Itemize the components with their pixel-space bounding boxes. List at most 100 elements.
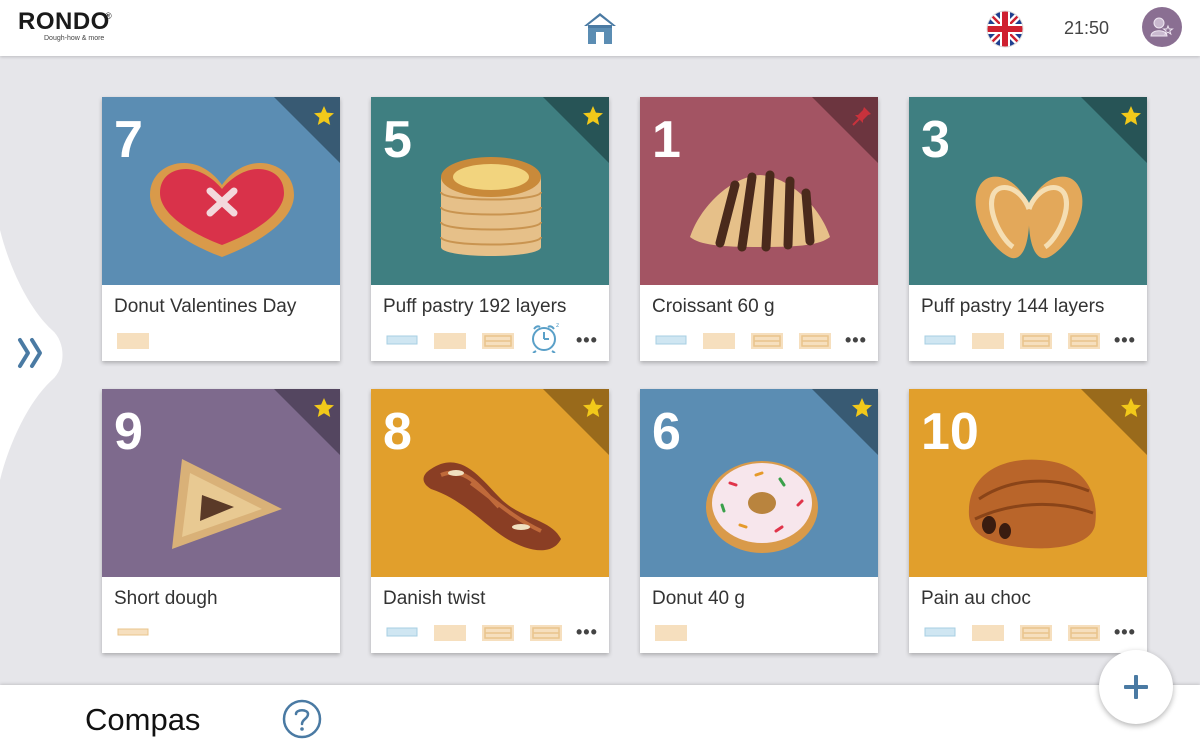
tray-indicators <box>117 623 332 643</box>
more-options-icon[interactable]: ••• <box>1114 623 1136 641</box>
croissant-icon <box>690 170 830 252</box>
tray-beige-lines-icon <box>1068 625 1100 641</box>
recipe-grid: 7 Donut Valentines Day 5 Puff pastry 192… <box>102 97 1148 655</box>
card-header: 9 <box>102 389 340 577</box>
vol-au-vent-icon <box>440 157 542 256</box>
plus-icon <box>1124 675 1148 699</box>
card-number: 8 <box>383 403 412 461</box>
alarm-clock-icon: z <box>532 322 559 353</box>
tray-beige-icon <box>972 333 1004 349</box>
danish-twist-icon <box>423 462 561 551</box>
card-name: Croissant 60 g <box>652 296 775 317</box>
tray-beige-lines-icon <box>1068 333 1100 349</box>
tray-beige-icon <box>434 333 466 349</box>
card-header: 7 <box>102 97 340 285</box>
recipe-card[interactable]: 10 Pain au choc ••• <box>909 389 1147 653</box>
add-recipe-button[interactable] <box>1099 650 1173 724</box>
star-icon <box>1121 106 1141 125</box>
card-header: 10 <box>909 389 1147 577</box>
star-icon <box>1121 398 1141 417</box>
star-icon <box>852 398 872 417</box>
tray-beige-icon <box>703 333 735 349</box>
recipe-card[interactable]: 6 Donut 40 g <box>640 389 878 653</box>
pain-au-chocolat-icon <box>968 459 1096 549</box>
help-button[interactable] <box>282 699 322 739</box>
recipe-card[interactable]: 7 Donut Valentines Day <box>102 97 340 361</box>
recipe-card[interactable]: 5 Puff pastry 192 layers z ••• <box>371 97 609 361</box>
card-name: Puff pastry 192 layers <box>383 296 567 317</box>
tray-indicators: ••• <box>386 623 601 643</box>
tray-beige-icon <box>117 333 149 349</box>
heart-donut-icon <box>150 163 294 257</box>
logo-text: RONDO <box>18 8 110 35</box>
star-icon <box>583 398 603 417</box>
clock-time: 21:50 <box>1064 18 1110 38</box>
card-name: Pain au choc <box>921 588 1031 609</box>
card-name: Donut Valentines Day <box>114 296 297 317</box>
svg-text:z: z <box>556 322 559 329</box>
card-number: 7 <box>114 111 143 169</box>
tray-beige-lines-icon <box>751 333 783 349</box>
tray-beige-lines-icon <box>1020 625 1052 641</box>
user-star-icon <box>1150 17 1174 37</box>
tray-indicators <box>117 331 332 351</box>
card-header: 3 <box>909 97 1147 285</box>
side-tab-shape <box>0 230 63 480</box>
tray-blue-icon <box>924 627 956 637</box>
tray-blue-icon <box>386 335 418 345</box>
tray-beige-icon <box>972 625 1004 641</box>
star-icon <box>314 398 334 417</box>
card-number: 6 <box>652 403 681 461</box>
tray-beige-icon <box>434 625 466 641</box>
recipe-card[interactable]: 1 Croissant 60 g ••• <box>640 97 878 361</box>
side-expand-tab[interactable] <box>0 230 70 480</box>
card-name: Short dough <box>114 588 218 609</box>
tray-beige-icon <box>655 625 687 641</box>
tray-beige-lines-icon <box>482 333 514 349</box>
bottom-bar: Compas <box>0 685 1200 750</box>
more-options-icon[interactable]: ••• <box>576 623 598 641</box>
card-number: 5 <box>383 111 412 169</box>
recipe-card[interactable]: 3 Puff pastry 144 layers ••• <box>909 97 1147 361</box>
card-number: 1 <box>652 111 681 169</box>
star-icon <box>314 106 334 125</box>
tray-beige-thin-icon <box>117 628 149 636</box>
more-options-icon[interactable]: ••• <box>845 331 867 349</box>
more-options-icon[interactable]: ••• <box>1114 331 1136 349</box>
donut-icon <box>706 461 818 553</box>
logo-tagline: Dough-how & more <box>44 35 105 42</box>
language-button[interactable] <box>985 9 1025 49</box>
tray-beige-lines-icon <box>482 625 514 641</box>
tray-blue-icon <box>655 335 687 345</box>
tray-beige-lines-icon <box>1020 333 1052 349</box>
card-header: 6 <box>640 389 878 577</box>
more-options-icon[interactable]: ••• <box>576 331 598 349</box>
rondo-logo: RONDO ® Dough-how & more <box>18 8 112 43</box>
tray-beige-lines-icon <box>799 333 831 349</box>
app-title: Compas <box>85 702 201 737</box>
tray-indicators: ••• <box>655 331 870 351</box>
uk-flag-icon <box>986 10 1024 48</box>
user-profile-button[interactable] <box>1142 7 1182 47</box>
card-name: Puff pastry 144 layers <box>921 296 1105 317</box>
logo-registered-mark: ® <box>105 11 112 21</box>
tray-indicators: ••• <box>924 331 1139 351</box>
tray-blue-icon <box>386 627 418 637</box>
card-header: 1 <box>640 97 878 285</box>
tray-beige-lines-icon <box>530 625 562 641</box>
card-name: Donut 40 g <box>652 588 745 609</box>
palmier-icon <box>975 176 1083 259</box>
hamantasch-icon <box>172 459 282 549</box>
recipe-card[interactable]: 8 Danish twist ••• <box>371 389 609 653</box>
pin-icon <box>852 107 871 126</box>
tray-indicators: z ••• <box>386 322 601 353</box>
recipe-card[interactable]: 9 Short dough <box>102 389 340 653</box>
card-header: 8 <box>371 389 609 577</box>
star-icon <box>583 106 603 125</box>
home-button[interactable] <box>582 10 618 46</box>
tray-indicators <box>655 623 870 643</box>
help-icon <box>282 699 322 739</box>
card-header: 5 <box>371 97 609 285</box>
tray-indicators: ••• <box>924 623 1139 643</box>
card-name: Danish twist <box>383 588 486 609</box>
